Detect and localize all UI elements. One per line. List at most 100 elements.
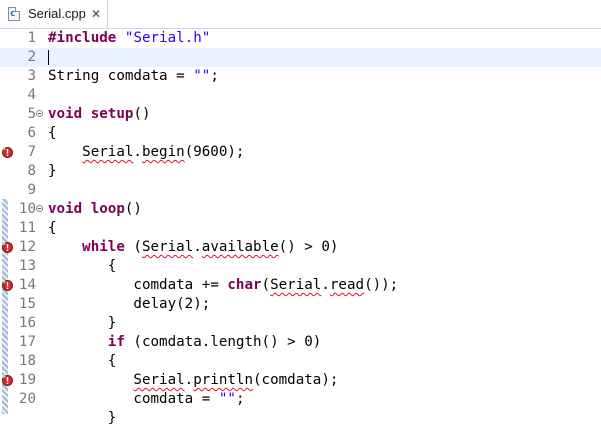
keyword-token: char [227,277,262,293]
code-text: delay(2); [48,295,210,314]
code-text: void setup() [48,105,151,124]
line-number: 20 [18,391,36,407]
string-token: "Serial.h" [124,30,211,46]
code-text: #include "Serial.h" [48,29,210,48]
code-token: () [133,106,151,122]
line-number: 16 [18,315,36,331]
code-token: } [48,410,117,426]
error-token: available [201,239,279,255]
line-number: 9 [27,182,36,198]
code-line[interactable]: 13 { [0,257,601,276]
code-token: . [193,239,202,255]
string-token: "" [193,68,211,84]
tab-title: Serial.cpp [28,6,86,21]
code-token: { [48,353,117,369]
tab-serial-cpp[interactable]: c Serial.cpp ✕ [0,0,108,28]
code-line[interactable]: 2 [0,48,601,67]
code-line[interactable]: } [0,409,601,428]
line-number: 10 [18,201,36,217]
line-number: 19 [18,372,36,388]
code-text: String comdata = ""; [48,67,219,86]
code-line[interactable]: 3 String comdata = ""; [0,67,601,86]
code-text: { [48,352,117,371]
code-token: { [48,220,57,236]
line-number: 4 [27,87,36,103]
keyword-token: loop [90,201,125,217]
code-line[interactable]: 16 } [0,314,601,333]
code-token: () [124,201,142,217]
code-token: . [184,372,194,388]
error-token: Serial [270,277,322,293]
keyword-token: void [48,106,83,122]
error-token: begin [141,144,185,160]
code-token: . [321,277,330,293]
code-text: if (comdata.length() > 0) [48,333,322,352]
code-line[interactable]: 6{ [0,124,601,143]
code-line[interactable]: 7 Serial.begin(9600); [0,143,601,162]
code-line[interactable]: 18 { [0,352,601,371]
error-token: read [329,277,365,293]
code-text: } [48,409,117,428]
code-line[interactable]: 8} [0,162,601,181]
code-token: ( [261,277,271,293]
keyword-token: while [82,239,125,255]
code-token: } [48,315,117,331]
close-tab-icon[interactable]: ✕ [91,6,101,22]
code-token: (comdata); [253,372,339,388]
line-number: 2 [27,49,36,65]
code-line[interactable]: 19 Serial.println(comdata); [0,371,601,390]
code-line[interactable]: 17 if (comdata.length() > 0) [0,333,601,352]
code-text: } [48,162,57,181]
line-number: 12 [18,239,36,255]
code-line[interactable]: 14 comdata += char(Serial.read()); [0,276,601,295]
line-number: 11 [18,220,36,236]
fold-toggle-icon[interactable] [36,205,43,212]
keyword-token: void [48,201,83,217]
code-line[interactable]: 20 comdata = ""; [0,390,601,409]
code-editor[interactable]: 1 #include "Serial.h" 2 3 String comdata = "… [0,29,601,426]
keyword-token: if [107,334,125,350]
code-text: void loop() [48,200,142,219]
code-token: String comdata = [48,68,194,84]
keyword-token: #include [48,30,125,46]
code-text: Serial.begin(9600); [48,143,244,162]
fold-toggle-icon[interactable] [36,110,43,117]
code-text: comdata += char(Serial.read()); [48,276,398,295]
code-token: () > 0) [278,239,339,255]
code-token: ( [124,239,142,255]
code-token: } [48,163,57,179]
code-text: { [48,219,57,238]
code-line[interactable]: 9 [0,181,601,200]
keyword-token: setup [90,106,134,122]
error-token: Serial [133,372,185,388]
code-line[interactable]: 4 [0,86,601,105]
string-token: "" [218,391,236,407]
code-line[interactable]: 5 void setup() [0,105,601,124]
code-line[interactable]: 12 while (Serial.available() > 0) [0,238,601,257]
line-number: 5 [27,106,36,122]
code-token: ()); [364,277,399,293]
code-token: comdata = [48,391,219,407]
error-token: Serial [141,239,194,255]
code-token: (comdata.length() > 0) [124,334,322,350]
code-line[interactable]: 15 delay(2); [0,295,601,314]
line-number: 13 [18,258,36,274]
text-caret [48,50,49,65]
code-line[interactable]: 11 { [0,219,601,238]
line-number: 3 [27,68,36,84]
code-line[interactable]: 10 void loop() [0,200,601,219]
code-text: Serial.println(comdata); [48,371,338,390]
code-token: delay(2); [48,296,211,312]
code-text: } [48,314,117,333]
code-token: { [48,125,57,141]
line-number: 1 [27,30,36,46]
line-number: 8 [27,163,36,179]
line-number: 14 [18,277,36,293]
code-line[interactable]: 1 #include "Serial.h" [0,29,601,48]
